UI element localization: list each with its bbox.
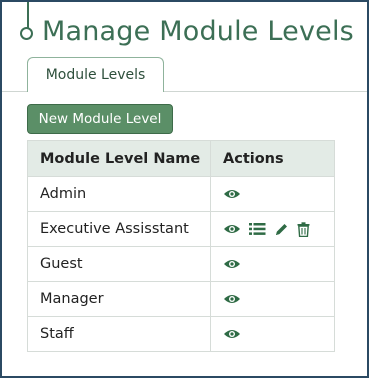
view-icon[interactable] xyxy=(223,328,241,340)
view-icon[interactable] xyxy=(223,188,241,200)
list-icon[interactable] xyxy=(249,222,266,236)
row-actions xyxy=(210,211,335,247)
row-actions xyxy=(210,246,335,282)
table-header-row: Module Level Name Actions xyxy=(27,140,335,177)
app-frame: Manage Module Levels Module Levels New M… xyxy=(0,0,369,378)
module-level-name: Executive Assisstant xyxy=(27,211,211,247)
row-actions xyxy=(210,281,335,317)
page-title: Manage Module Levels xyxy=(42,16,354,47)
title-connector-line xyxy=(27,2,29,28)
module-level-name: Admin xyxy=(27,176,211,212)
view-icon[interactable] xyxy=(223,223,241,235)
table-row: Manager xyxy=(27,281,335,317)
view-icon[interactable] xyxy=(223,293,241,305)
edit-icon[interactable] xyxy=(274,222,289,237)
module-levels-table: Module Level Name Actions Admin Executiv… xyxy=(27,140,335,352)
tab-module-levels[interactable]: Module Levels xyxy=(27,57,164,92)
delete-icon[interactable] xyxy=(297,221,310,237)
table-row: Guest xyxy=(27,246,335,282)
table-row: Executive Assisstant xyxy=(27,211,335,247)
table-row: Admin xyxy=(27,176,335,212)
module-level-name: Manager xyxy=(27,281,211,317)
column-header-actions: Actions xyxy=(210,140,335,177)
new-module-level-button[interactable]: New Module Level xyxy=(27,104,173,134)
table-row: Staff xyxy=(27,316,335,352)
title-bullet-circle xyxy=(20,27,33,40)
module-level-name: Staff xyxy=(27,316,211,352)
view-icon[interactable] xyxy=(223,258,241,270)
row-actions xyxy=(210,176,335,212)
row-actions xyxy=(210,316,335,352)
column-header-name: Module Level Name xyxy=(27,140,211,177)
module-level-name: Guest xyxy=(27,246,211,282)
